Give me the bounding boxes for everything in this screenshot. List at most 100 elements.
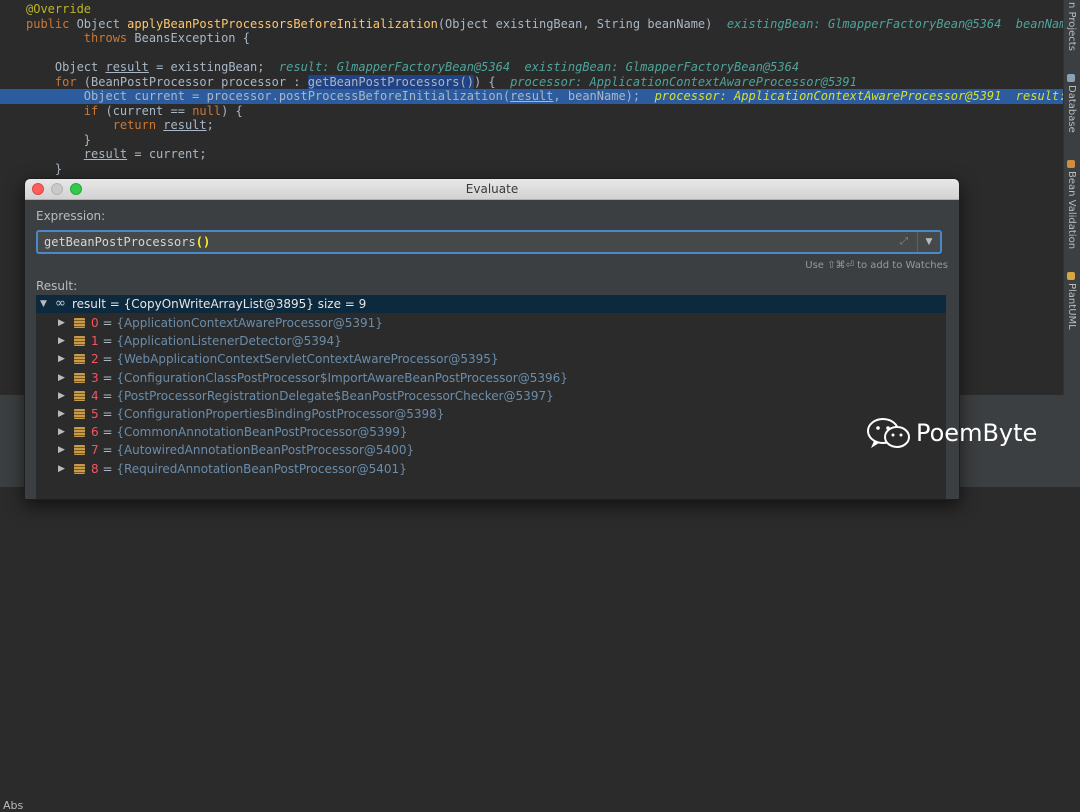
bottom-panel-tab[interactable]: Abs xyxy=(3,799,23,812)
item-index-label: 2 = {WebApplicationContextServletContext… xyxy=(91,352,499,367)
result-label: Result: xyxy=(36,279,78,293)
code-token: Object xyxy=(76,16,128,31)
sidebar-item-label: PlantUML xyxy=(1066,283,1077,330)
code-line[interactable]: if (current == null) { xyxy=(0,104,243,119)
expand-triangle-icon[interactable]: ▶ xyxy=(58,369,65,387)
database-icon xyxy=(1067,74,1075,82)
dialog-title: Evaluate xyxy=(465,182,519,196)
code-token: result xyxy=(83,147,128,161)
expression-text[interactable]: getBeanPostProcessors() xyxy=(44,235,210,249)
code-line[interactable]: for (BeanPostProcessor processor : getBe… xyxy=(0,74,857,90)
add-to-watches-hint: Use ⇧⌘⏎ to add to Watches xyxy=(805,260,948,271)
result-tree[interactable]: ▼ ∞ result = {CopyOnWriteArrayList@3895}… xyxy=(36,295,946,499)
collapse-triangle-icon[interactable]: ▼ xyxy=(40,295,47,313)
code-token: throws xyxy=(26,31,135,45)
code-token: ) { xyxy=(473,74,511,89)
code-token: null xyxy=(192,103,222,118)
infinity-icon: ∞ xyxy=(55,296,66,311)
expand-triangle-icon[interactable]: ▶ xyxy=(58,350,65,368)
evaluate-dialog: Evaluate Expression: getBeanPostProcesso… xyxy=(24,178,960,500)
code-token: } xyxy=(26,132,92,147)
list-item[interactable]: ▶ 0 = {ApplicationContextAwareProcessor@5… xyxy=(36,314,946,332)
code-token: Object current = processor.postProcessBe… xyxy=(26,89,511,103)
code-line[interactable]: throws BeansException { xyxy=(0,31,250,46)
history-dropdown-button[interactable]: ▼ xyxy=(917,232,940,252)
expression-label: Expression: xyxy=(36,209,106,223)
bean-validation-icon xyxy=(1067,160,1075,168)
item-index-label: 4 = {PostProcessorRegistrationDelegate$B… xyxy=(91,388,554,403)
list-item[interactable]: ▶ 8 = {RequiredAnnotationBeanPostProcesso… xyxy=(36,460,946,478)
expand-editor-icon[interactable]: ⤢ xyxy=(900,236,908,247)
expand-triangle-icon[interactable]: ▶ xyxy=(58,314,65,332)
list-item[interactable]: ▶ 6 = {CommonAnnotationBeanPostProcessor@… xyxy=(36,423,946,441)
code-line[interactable]: public Object applyBeanPostProcessorsBef… xyxy=(0,17,1064,32)
sidebar-item-bean-validation[interactable]: Bean Validation xyxy=(1066,160,1077,249)
expand-triangle-icon[interactable]: ▶ xyxy=(58,332,65,350)
item-index-label: 7 = {AutowiredAnnotationBeanPostProcesso… xyxy=(91,443,415,458)
code-token: for xyxy=(26,74,84,89)
list-item[interactable]: ▶ 3 = {ConfigurationClassPostProcessor$Im… xyxy=(36,369,946,387)
sidebar-item-plantuml[interactable]: PlantUML xyxy=(1066,272,1077,330)
code-line[interactable]: return result; xyxy=(0,118,214,133)
code-token: Object xyxy=(26,60,106,74)
list-item[interactable]: ▶ 5 = {ConfigurationPropertiesBindingPost… xyxy=(36,405,946,423)
code-token: (Object existingBean, String beanName) xyxy=(437,16,727,31)
code-token: @Override xyxy=(26,2,92,16)
code-line[interactable]: } xyxy=(0,162,62,177)
code-token: ) { xyxy=(221,103,243,118)
sidebar-item-n-projects[interactable]: n Projects xyxy=(1066,2,1077,51)
right-tool-window-bar: n Projects Database Bean Validation PlantUM… xyxy=(1063,0,1080,487)
bottom-panel: Abs xyxy=(0,395,24,812)
item-index-label: 8 = {RequiredAnnotationBeanPostProcessor… xyxy=(91,461,407,476)
code-token: result xyxy=(105,60,149,74)
array-element-icon xyxy=(74,336,85,347)
code-line[interactable]: @Override xyxy=(0,2,91,17)
code-token: result xyxy=(163,118,207,132)
wechat-icon xyxy=(867,418,910,448)
plantuml-icon xyxy=(1067,272,1075,280)
expand-triangle-icon[interactable]: ▶ xyxy=(58,441,65,459)
sidebar-item-database[interactable]: Database xyxy=(1066,74,1077,133)
code-line[interactable]: } xyxy=(0,133,91,148)
expression-input[interactable]: getBeanPostProcessors() ⤢ ▼ xyxy=(36,230,942,254)
expand-triangle-icon[interactable]: ▶ xyxy=(58,387,65,405)
array-element-icon xyxy=(74,445,85,456)
list-item[interactable]: ▶ 2 = {WebApplicationContextServletContex… xyxy=(36,350,946,368)
inline-debug-value: result: GlmapperFactoryBean@5364 existin… xyxy=(278,60,800,74)
code-line[interactable]: result = current; xyxy=(0,147,207,162)
list-item[interactable]: ▶ 1 = {ApplicationListenerDetector@5394} xyxy=(36,332,946,350)
code-token: = existingBean; xyxy=(148,60,279,74)
inline-debug-value: processor: ApplicationContextAwareProces… xyxy=(510,74,857,89)
code-token: BeansException { xyxy=(134,31,250,45)
watermark-text: PoemByte xyxy=(916,419,1038,447)
result-root-row[interactable]: ▼ ∞ result = {CopyOnWriteArrayList@3895}… xyxy=(36,295,946,313)
sidebar-item-label: Bean Validation xyxy=(1066,171,1077,250)
code-line-current[interactable]: Object current = processor.postProcessBe… xyxy=(0,89,1064,104)
item-index-label: 3 = {ConfigurationClassPostProcessor$Imp… xyxy=(91,370,568,385)
dialog-titlebar[interactable]: Evaluate xyxy=(25,179,959,200)
sidebar-item-label: n Projects xyxy=(1066,2,1077,51)
item-index-label: 0 = {ApplicationContextAwareProcessor@53… xyxy=(91,316,383,330)
code-line[interactable] xyxy=(0,46,26,61)
code-token: return xyxy=(26,118,164,132)
inline-debug-value: existingBean: GlmapperFactoryBean@5364 b… xyxy=(726,16,1064,31)
code-token: public xyxy=(26,16,77,31)
array-element-icon xyxy=(74,409,85,419)
expand-triangle-icon[interactable]: ▶ xyxy=(58,405,65,423)
array-element-icon xyxy=(74,390,85,401)
list-item[interactable]: ▶ 4 = {PostProcessorRegistrationDelegate$… xyxy=(36,387,946,405)
sidebar-item-label: Database xyxy=(1066,85,1077,133)
array-element-icon xyxy=(74,318,85,328)
array-element-icon xyxy=(74,354,85,365)
inline-debug-value: processor: ApplicationContextAwareProces… xyxy=(654,89,1064,103)
expand-triangle-icon[interactable]: ▶ xyxy=(58,423,65,441)
array-element-icon xyxy=(74,463,85,474)
array-element-icon xyxy=(74,372,85,383)
array-element-icon xyxy=(74,427,85,438)
code-token: } xyxy=(26,161,63,176)
list-item[interactable]: ▶ 7 = {AutowiredAnnotationBeanPostProcess… xyxy=(36,441,946,459)
item-index-label: 1 = {ApplicationListenerDetector@5394} xyxy=(91,334,342,349)
code-line[interactable]: Object result = existingBean; result: Gl… xyxy=(0,60,799,75)
item-index-label: 6 = {CommonAnnotationBeanPostProcessor@5… xyxy=(91,425,408,440)
expand-triangle-icon[interactable]: ▶ xyxy=(58,460,65,478)
